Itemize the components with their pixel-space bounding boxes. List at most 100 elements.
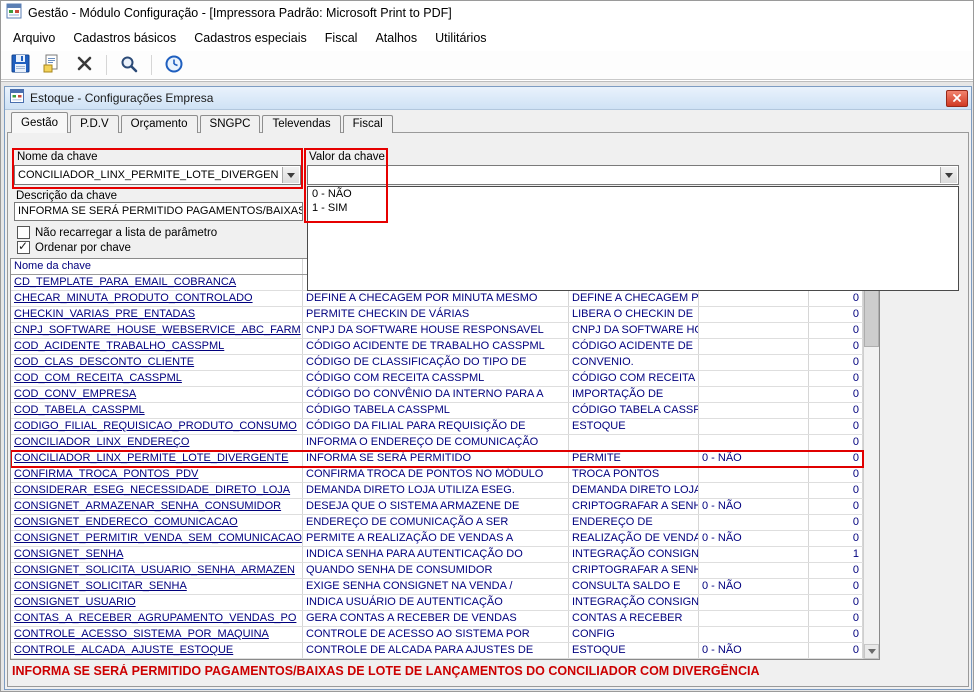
description-field[interactable]: INFORMA SE SERÁ PERMITIDO PAGAMENTOS/BAI… (14, 202, 303, 221)
table-row[interactable]: COD_CLAS_DESCONTO_CLIENTECÓDIGO DE CLASS… (11, 355, 863, 371)
dialog-title: Estoque - Configurações Empresa (30, 91, 213, 105)
table-cell: CONSULTA SALDO E (569, 579, 699, 594)
chevron-down-icon[interactable] (282, 167, 299, 183)
toolbar-separator (151, 55, 152, 75)
dialog-estoque-configuracoes: Estoque - Configurações Empresa GestãoP.… (4, 86, 972, 690)
tab-sngpc[interactable]: SNGPC (200, 115, 261, 133)
menu-item-arquivo[interactable]: Arquivo (4, 27, 64, 49)
clock-button[interactable] (161, 53, 187, 77)
table-cell: ENDEREÇO DE COMUNICAÇÃO A SER (303, 515, 569, 530)
table-cell: CONSIGNET_USUARIO (11, 595, 303, 610)
table-cell: 0 (809, 627, 863, 642)
table-cell: INDICA SENHA PARA AUTENTICAÇÃO DO (303, 547, 569, 562)
table-cell: CONVENIO. (569, 355, 699, 370)
table-cell: CONSIGNET_SOLICITA_USUARIO_SENHA_ARMAZEN (11, 563, 303, 578)
key-value-combobox[interactable] (307, 165, 959, 185)
dropdown-option[interactable]: 1 - SIM (308, 201, 958, 215)
table-cell: COD_TABELA_CASSPML (11, 403, 303, 418)
table-cell (699, 467, 809, 482)
table-cell: GERA CONTAS A RECEBER DE VENDAS (303, 611, 569, 626)
key-name-combobox[interactable]: CONCILIADOR_LINX_PERMITE_LOTE_DIVERGEN (14, 165, 301, 185)
close-button[interactable] (946, 90, 968, 107)
table-row[interactable]: CONSIGNET_SENHAINDICA SENHA PARA AUTENTI… (11, 547, 863, 563)
table-row[interactable]: CONFIRMA_TROCA_PONTOS_PDVCONFIRMA TROCA … (11, 467, 863, 483)
dropdown-option[interactable]: 0 - NÃO (308, 187, 958, 201)
tab-televendas[interactable]: Televendas (262, 115, 340, 133)
table-cell: CONTROLE DE ACESSO AO SISTEMA POR (303, 627, 569, 642)
table-cell: 0 (809, 419, 863, 434)
key-value-label: Valor da chave (309, 151, 385, 163)
grid-header-cell[interactable]: Nome da chave (11, 259, 303, 274)
table-cell: CONTROLE_ALCADA_AJUSTE_ESTOQUE (11, 643, 303, 658)
table-cell (699, 307, 809, 322)
table-cell: ESTOQUE (569, 643, 699, 658)
table-row[interactable]: CONSIGNET_PERMITIR_VENDA_SEM_COMUNICACAO… (11, 531, 863, 547)
menu-item-utilitários[interactable]: Utilitários (426, 27, 495, 49)
chevron-down-icon[interactable] (940, 167, 957, 183)
save-button[interactable] (7, 53, 33, 77)
table-row[interactable]: COD_COM_RECEITA_CASSPMLCÓDIGO COM RECEIT… (11, 371, 863, 387)
copy-button[interactable] (39, 53, 65, 77)
checkbox-label: Ordenar por chave (35, 242, 131, 254)
table-row[interactable]: CONCILIADOR_LINX_PERMITE_LOTE_DIVERGENTE… (11, 451, 863, 467)
table-row[interactable]: COD_TABELA_CASSPMLCÓDIGO TABELA CASSPMLC… (11, 403, 863, 419)
menu-bar: ArquivoCadastros básicosCadastros especi… (1, 25, 973, 51)
grid-body: CD_TEMPLATE_PARA_EMAIL_COBRANCACHECAR_MI… (11, 275, 863, 659)
table-cell (699, 419, 809, 434)
table-row[interactable]: CONSIGNET_SOLICITAR_SENHAEXIGE SENHA CON… (11, 579, 863, 595)
table-cell: PERMITE (569, 451, 699, 466)
dialog-titlebar[interactable]: Estoque - Configurações Empresa (5, 87, 971, 110)
checkbox-box[interactable] (17, 241, 30, 254)
table-cell: CRIPTOGRAFAR A SENHA (569, 563, 699, 578)
menu-item-atalhos[interactable]: Atalhos (366, 27, 426, 49)
table-row[interactable]: COD_CONV_EMPRESACÓDIGO DO CONVÊNIO DA IN… (11, 387, 863, 403)
tab-or-amento[interactable]: Orçamento (121, 115, 198, 133)
app-titlebar: Gestão - Módulo Configuração - [Impresso… (1, 1, 973, 25)
table-cell: QUANDO SENHA DE CONSUMIDOR (303, 563, 569, 578)
table-row[interactable]: CONTROLE_ACESSO_SISTEMA_POR_MAQUINACONTR… (11, 627, 863, 643)
table-cell (699, 435, 809, 450)
table-row[interactable]: CHECKIN_VARIAS_PRE_ENTADASPERMITE CHECKI… (11, 307, 863, 323)
scroll-down-arrow[interactable] (864, 644, 879, 659)
table-row[interactable]: CONSIGNET_USUARIOINDICA USUÁRIO DE AUTEN… (11, 595, 863, 611)
table-cell: CONTROLE DE ALCADA PARA AJUSTES DE (303, 643, 569, 658)
table-cell: 0 (809, 307, 863, 322)
mdi-area: Estoque - Configurações Empresa GestãoP.… (1, 81, 973, 691)
table-row[interactable]: CONSIGNET_ENDERECO_COMUNICACAOENDEREÇO D… (11, 515, 863, 531)
checkbox-order-by-key[interactable]: Ordenar por chave (17, 241, 131, 254)
table-row[interactable]: CONSIGNET_ARMAZENAR_SENHA_CONSUMIDORDESE… (11, 499, 863, 515)
search-button[interactable] (116, 53, 142, 77)
vertical-scrollbar[interactable] (863, 259, 879, 659)
table-cell (699, 371, 809, 386)
table-cell: 0 (809, 387, 863, 402)
table-cell: PERMITE A REALIZAÇÃO DE VENDAS A (303, 531, 569, 546)
tab-fiscal[interactable]: Fiscal (343, 115, 393, 133)
table-row[interactable]: CONCILIADOR_LINX_ENDEREÇOINFORMA O ENDER… (11, 435, 863, 451)
toolbar-separator (106, 55, 107, 75)
menu-item-cadastros-básicos[interactable]: Cadastros básicos (64, 27, 185, 49)
table-row[interactable]: CONSIDERAR_ESEG_NECESSIDADE_DIRETO_LOJAD… (11, 483, 863, 499)
table-cell: EXIGE SENHA CONSIGNET NA VENDA / (303, 579, 569, 594)
table-row[interactable]: CONSIGNET_SOLICITA_USUARIO_SENHA_ARMAZEN… (11, 563, 863, 579)
menu-item-fiscal[interactable]: Fiscal (316, 27, 367, 49)
delete-button[interactable] (71, 53, 97, 77)
table-row[interactable]: CNPJ_SOFTWARE_HOUSE_WEBSERVICE_ABC_FARMC… (11, 323, 863, 339)
tab-p-d-v[interactable]: P.D.V (70, 115, 119, 133)
key-name-value: CONCILIADOR_LINX_PERMITE_LOTE_DIVERGEN (18, 166, 281, 184)
checkbox-box[interactable] (17, 226, 30, 239)
table-cell (699, 483, 809, 498)
table-row[interactable]: CODIGO_FILIAL_REQUISICAO_PRODUTO_CONSUMO… (11, 419, 863, 435)
table-row[interactable]: CONTROLE_ALCADA_AJUSTE_ESTOQUECONTROLE D… (11, 643, 863, 659)
table-row[interactable]: COD_ACIDENTE_TRABALHO_CASSPMLCÓDIGO ACID… (11, 339, 863, 355)
table-cell: ESTOQUE (569, 419, 699, 434)
table-row[interactable]: CONTAS_A_RECEBER_AGRUPAMENTO_VENDAS_POGE… (11, 611, 863, 627)
checkbox-label: Não recarregar a lista de parâmetro (35, 227, 217, 239)
menu-item-cadastros-especiais[interactable]: Cadastros especiais (185, 27, 316, 49)
key-name-label: Nome da chave (17, 151, 98, 163)
table-row[interactable]: CHECAR_MINUTA_PRODUTO_CONTROLADODEFINE A… (11, 291, 863, 307)
toolbar (1, 51, 973, 80)
table-cell: CRIPTOGRAFAR A SENHA (569, 499, 699, 514)
checkbox-no-reload-param[interactable]: Não recarregar a lista de parâmetro (17, 226, 217, 239)
table-cell: 0 (809, 643, 863, 658)
tab-gest-o[interactable]: Gestão (11, 112, 68, 133)
